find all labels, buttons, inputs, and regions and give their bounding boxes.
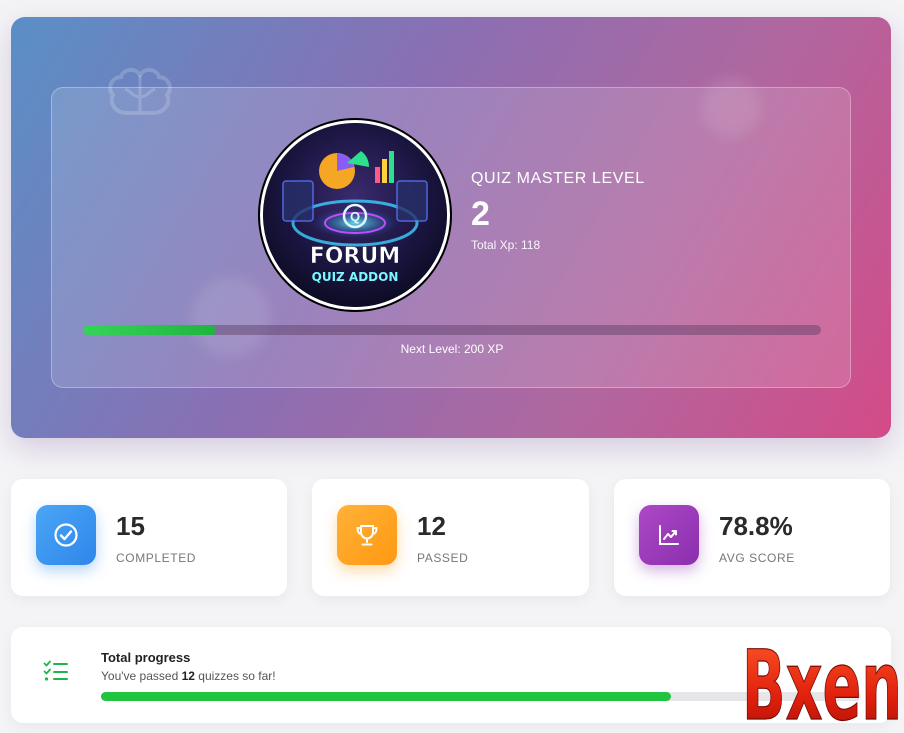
watermark-text: Bxen [742, 630, 902, 730]
progress-title: Total progress [101, 650, 191, 665]
stat-value: 12 [417, 511, 446, 541]
avatar: Q FORUM QUIZ ADDON [260, 120, 450, 310]
stat-label: AVG SCORE [719, 551, 795, 565]
stat-label: COMPLETED [116, 551, 197, 565]
xp-progress-fill [83, 325, 216, 335]
total-xp: Total Xp: 118 [471, 238, 541, 252]
avatar-title: FORUM [310, 244, 400, 269]
stat-label: PASSED [417, 551, 469, 565]
watermark-logo: Bxen [741, 629, 902, 730]
total-progress-fill [101, 692, 671, 701]
stat-value: 15 [116, 511, 145, 541]
avatar-badge-letter: Q [350, 209, 360, 224]
progress-subtitle: You've passed 12 quizzes so far! [101, 669, 276, 683]
stat-card-completed: 15 COMPLETED [11, 479, 287, 596]
chart-line-icon [639, 505, 699, 565]
stat-card-passed: 12 PASSED [312, 479, 589, 596]
level-title: QUIZ MASTER LEVEL [471, 170, 645, 187]
stat-card-avg-score: 78.8% AVG SCORE [614, 479, 890, 596]
level-number: 2 [471, 195, 490, 233]
xp-progress-bar [83, 325, 821, 335]
level-hero: Q FORUM QUIZ ADDON QUIZ MASTER LEVEL 2 T… [11, 17, 891, 438]
passed-count: 12 [181, 669, 195, 683]
next-level-label: Next Level: 200 XP [400, 342, 504, 356]
stat-value: 78.8% [719, 511, 793, 541]
check-circle-icon [36, 505, 96, 565]
level-info: QUIZ MASTER LEVEL 2 Total Xp: 118 [471, 170, 645, 252]
level-panel: Q FORUM QUIZ ADDON QUIZ MASTER LEVEL 2 T… [51, 87, 851, 388]
avatar-subtitle: QUIZ ADDON [312, 270, 399, 284]
trophy-icon [337, 505, 397, 565]
list-check-icon [43, 660, 68, 681]
